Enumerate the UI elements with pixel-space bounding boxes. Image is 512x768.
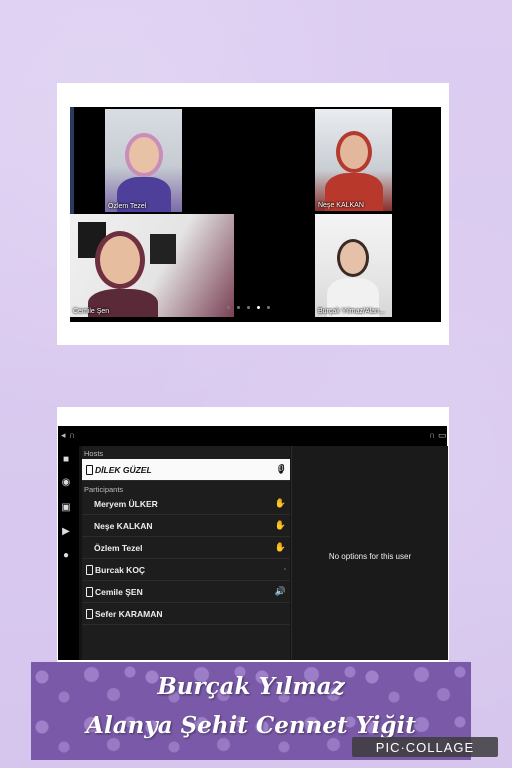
participant-figure: [129, 137, 159, 173]
participant-name: DİLEK GÜZEL: [95, 464, 152, 475]
list-item[interactable]: Özlem Tezel ✋: [82, 537, 290, 559]
microphone-icon[interactable]: 🎙: [275, 464, 286, 475]
user-options-panel: No options for this user: [291, 446, 448, 660]
pic-collage-watermark: PIC·COLLAGE: [352, 737, 498, 757]
page-indicator[interactable]: [227, 304, 277, 310]
list-item[interactable]: Sefer KARAMAN: [82, 603, 290, 625]
participants-screenshot: ◂ ∩ ∩ ▭ ■ ◉ ▣ ▶ ● Hosts DİLEK GÜZEL 🎙 Pa…: [57, 407, 449, 662]
no-options-message: No options for this user: [328, 552, 412, 561]
list-item-host[interactable]: DİLEK GÜZEL 🎙: [82, 459, 290, 481]
participant-figure: [340, 135, 368, 169]
page-dot[interactable]: [237, 305, 240, 309]
participant-figure: [340, 242, 366, 274]
tile-name-label: Burçak Yılmaz/Alan...: [318, 308, 385, 315]
participant-figure: [100, 236, 140, 284]
participant-name: Cemile ŞEN: [95, 586, 143, 597]
raised-hand-icon: ✋: [274, 520, 286, 530]
caption-line-1: Burçak Yılmaz: [157, 673, 345, 700]
tile-name-label: Neşe KALKAN: [318, 202, 364, 209]
tile-name-label: Özlem Tezel: [108, 203, 147, 210]
raised-hand-icon: ✋: [274, 498, 286, 508]
video-gallery: Özlem Tezel Neşe KALKAN Cemile Şen Burça…: [70, 107, 441, 322]
participant-name: Burcak KOÇ: [95, 564, 146, 575]
video-tile-nese[interactable]: Neşe KALKAN: [315, 109, 392, 211]
participant-name: Neşe KALKAN: [94, 520, 153, 531]
tile-name-label: Cemile Şen: [73, 308, 110, 315]
page-dot-active[interactable]: [257, 305, 260, 309]
video-tile-ozlem[interactable]: Özlem Tezel: [105, 109, 182, 212]
video-call-screenshot: Özlem Tezel Neşe KALKAN Cemile Şen Burça…: [57, 83, 449, 345]
video-tile-cemile[interactable]: Cemile Şen: [70, 214, 234, 317]
participants-icon[interactable]: ●: [60, 550, 72, 562]
participants-list: Hosts DİLEK GÜZEL 🎙 Participants Meryem …: [82, 446, 290, 660]
meeting-app: ◂ ∩ ∩ ▭ ■ ◉ ▣ ▶ ● Hosts DİLEK GÜZEL 🎙 Pa…: [58, 426, 448, 660]
list-item[interactable]: Burcak KOÇ ▫: [82, 559, 290, 581]
list-item[interactable]: Cemile ŞEN 🔊: [82, 581, 290, 603]
page-dot[interactable]: [267, 305, 270, 309]
left-toolbar: ■ ◉ ▣ ▶ ●: [58, 446, 79, 660]
share-icon[interactable]: ▣: [60, 502, 72, 514]
headphones-icon[interactable]: ∩: [429, 430, 435, 440]
participant-name: Meryem ÜLKER: [94, 498, 158, 509]
small-mark-icon: ▫: [283, 566, 286, 573]
participant-name: Özlem Tezel: [94, 542, 143, 553]
headphones-icon[interactable]: ∩: [69, 430, 75, 440]
speaker-icon: 🔊: [274, 586, 286, 596]
phone-icon: [86, 564, 93, 575]
phone-icon: [86, 464, 93, 475]
list-item[interactable]: Neşe KALKAN ✋: [82, 515, 290, 537]
raised-hand-icon: ✋: [274, 542, 286, 552]
audio-icon[interactable]: ◉: [60, 477, 72, 489]
chat-icon[interactable]: ■: [60, 454, 72, 466]
page-dot[interactable]: [247, 305, 250, 309]
wall-frame: [150, 234, 176, 264]
phone-icon: [86, 586, 93, 597]
phone-icon: [86, 608, 93, 619]
hosts-heading: Hosts: [84, 449, 104, 458]
back-icon[interactable]: ◂: [61, 430, 66, 441]
participant-name: Sefer KARAMAN: [95, 608, 163, 619]
caption-line-2: Alanya Şehit Cennet Yiğit: [86, 712, 416, 739]
list-item[interactable]: Meryem ÜLKER ✋: [82, 493, 290, 515]
window-icon[interactable]: ▭: [438, 430, 447, 441]
top-bar: ◂ ∩ ∩ ▭: [58, 426, 447, 446]
video-camera-icon[interactable]: ▶: [60, 526, 72, 538]
video-tile-burcak[interactable]: Burçak Yılmaz/Alan...: [315, 214, 392, 317]
page-dot[interactable]: [227, 305, 230, 309]
